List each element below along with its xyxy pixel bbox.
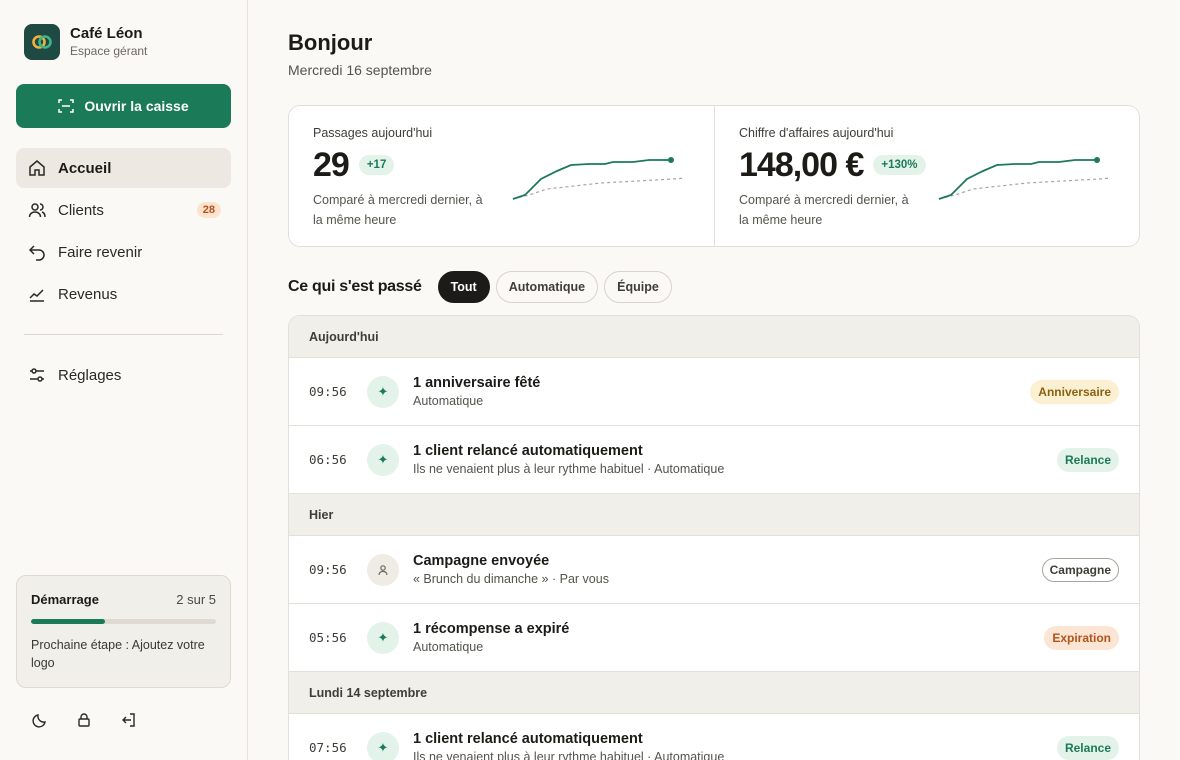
feed-row[interactable]: 09:56 Campagne envoyée « Brunch du diman… bbox=[289, 536, 1139, 604]
activity-title: Ce qui s'est passé bbox=[288, 278, 422, 295]
feed-row-subtitle: Automatique bbox=[413, 640, 484, 654]
stat-value: 29 bbox=[313, 146, 350, 184]
revenue-sparkline bbox=[938, 157, 1112, 200]
visits-sparkline bbox=[512, 157, 686, 200]
nav-item-label: Accueil bbox=[58, 159, 112, 177]
scan-icon bbox=[58, 99, 75, 113]
nav-item-label: Faire revenir bbox=[58, 243, 143, 261]
activity-feed: Aujourd'hui 09:56 ✦ 1 anniversaire fêté … bbox=[288, 315, 1140, 760]
sparkle-icon: ✦ bbox=[367, 375, 399, 408]
nav-item-revenus[interactable]: Revenus bbox=[16, 274, 231, 314]
nav-item-label: Revenus bbox=[58, 285, 118, 303]
feed-row-subtitle: Ils ne venaient plus à leur rythme habit… bbox=[413, 750, 725, 760]
nav-item-reglages[interactable]: Réglages bbox=[16, 355, 231, 395]
feed-group-header: Hier bbox=[289, 494, 1139, 536]
stat-label: Passages aujourd'hui bbox=[313, 126, 433, 140]
sparkle-icon: ✦ bbox=[367, 621, 399, 654]
stats-card: Passages aujourd'hui 29 +17 Comparé à me… bbox=[288, 105, 1140, 247]
onboarding-card[interactable]: Démarrage 2 sur 5 Prochaine étape : Ajou… bbox=[16, 575, 231, 688]
stat-visits[interactable]: Passages aujourd'hui 29 +17 Comparé à me… bbox=[289, 106, 714, 246]
main-content: Bonjour Mercredi 16 septembre Passages a… bbox=[248, 0, 1180, 760]
stat-delta-badge: +130% bbox=[873, 155, 926, 175]
feed-row-time: 05:56 bbox=[309, 630, 347, 645]
feed-row-time: 07:56 bbox=[309, 740, 347, 755]
page-title: Bonjour bbox=[288, 30, 373, 55]
feed-row-time: 09:56 bbox=[309, 384, 347, 399]
sidebar-footer bbox=[30, 710, 162, 730]
stat-value: 148,00 € bbox=[739, 146, 864, 184]
feed-row-time: 06:56 bbox=[309, 452, 347, 467]
feed-row-subtitle: Ils ne venaient plus à leur rythme habit… bbox=[413, 462, 725, 476]
current-date: Mercredi 16 septembre bbox=[288, 62, 432, 78]
feed-row[interactable]: 05:56 ✦ 1 récompense a expiré Automatiqu… bbox=[289, 604, 1139, 672]
feed-row-tag: Expiration bbox=[1044, 625, 1119, 650]
clients-count-badge: 28 bbox=[196, 202, 221, 218]
feed-group-header: Aujourd'hui bbox=[289, 316, 1139, 358]
filter-chip-equipe[interactable]: Équipe bbox=[604, 271, 672, 303]
feed-row-title: 1 client relancé automatiquement bbox=[413, 443, 643, 459]
stat-comparison-note: Comparé à mercredi dernier, à la même he… bbox=[313, 193, 483, 227]
feed-row[interactable]: 06:56 ✦ 1 client relancé automatiquement… bbox=[289, 426, 1139, 494]
nav-item-faire-revenir[interactable]: Faire revenir bbox=[16, 232, 231, 272]
open-register-button[interactable]: Ouvrir la caisse bbox=[16, 84, 231, 128]
lock-icon[interactable] bbox=[74, 710, 94, 730]
home-icon bbox=[29, 160, 45, 176]
stat-comparison-note: Comparé à mercredi dernier, à la même he… bbox=[739, 193, 909, 227]
feed-row-tag: Relance bbox=[1056, 735, 1119, 760]
onboarding-progress-bar bbox=[31, 619, 216, 624]
stat-label: Chiffre d'affaires aujourd'hui bbox=[739, 126, 894, 140]
onboarding-title: Démarrage bbox=[31, 592, 99, 607]
brand[interactable]: Café Léon Espace gérant bbox=[24, 24, 147, 60]
open-register-label: Ouvrir la caisse bbox=[84, 98, 189, 114]
feed-row-time: 09:56 bbox=[309, 562, 347, 577]
settings-nav: Réglages bbox=[16, 355, 231, 397]
sliders-icon bbox=[30, 368, 44, 382]
onboarding-count: 2 sur 5 bbox=[176, 592, 216, 607]
feed-row[interactable]: 09:56 ✦ 1 anniversaire fêté Automatique … bbox=[289, 358, 1139, 426]
brand-name: Café Léon bbox=[70, 25, 143, 42]
nav-item-label: Clients bbox=[58, 201, 104, 219]
users-icon bbox=[28, 203, 46, 218]
nav-item-accueil[interactable]: Accueil bbox=[16, 148, 231, 188]
nav-divider bbox=[24, 334, 223, 335]
feed-row-tag: Relance bbox=[1056, 447, 1119, 472]
person-icon bbox=[367, 553, 399, 586]
nav-item-label: Réglages bbox=[58, 366, 122, 384]
feed-row-title: Campagne envoyée bbox=[413, 553, 550, 569]
feed-row-tag: Campagne bbox=[1041, 557, 1119, 582]
feed-row-subtitle: « Brunch du dimanche » · Par vous bbox=[413, 572, 609, 586]
feed-row-tag: Anniversaire bbox=[1030, 379, 1119, 404]
onboarding-progress-fill bbox=[31, 619, 105, 624]
feed-row-title: 1 récompense a expiré bbox=[413, 621, 570, 637]
filter-chip-tout[interactable]: Tout bbox=[437, 271, 490, 303]
onboarding-next-step: Prochaine étape : Ajoutez votre logo bbox=[31, 638, 205, 670]
sparkle-icon: ✦ bbox=[367, 731, 399, 760]
stat-revenue[interactable]: Chiffre d'affaires aujourd'hui 148,00 € … bbox=[714, 106, 1139, 246]
return-arrow-icon bbox=[28, 245, 45, 261]
main-nav: Accueil Clients 28 Faire revenir Revenus bbox=[16, 148, 231, 316]
logout-icon[interactable] bbox=[118, 710, 138, 730]
filter-chip-automatique[interactable]: Automatique bbox=[495, 271, 599, 303]
brand-logo-icon bbox=[24, 24, 60, 60]
sparkle-icon: ✦ bbox=[367, 443, 399, 476]
feed-row[interactable]: 07:56 ✦ 1 client relancé automatiquement… bbox=[289, 714, 1139, 760]
trend-chart-icon bbox=[29, 289, 44, 302]
feed-row-title: 1 client relancé automatiquement bbox=[413, 731, 643, 747]
moon-icon[interactable] bbox=[30, 710, 50, 730]
nav-item-clients[interactable]: Clients 28 bbox=[16, 190, 231, 230]
activity-header: Ce qui s'est passé Tout Automatique Équi… bbox=[288, 271, 678, 303]
sidebar: Café Léon Espace gérant Ouvrir la caisse… bbox=[0, 0, 248, 760]
brand-subtitle: Espace gérant bbox=[70, 44, 148, 58]
stat-delta-badge: +17 bbox=[358, 155, 395, 175]
feed-group-header: Lundi 14 septembre bbox=[289, 672, 1139, 714]
